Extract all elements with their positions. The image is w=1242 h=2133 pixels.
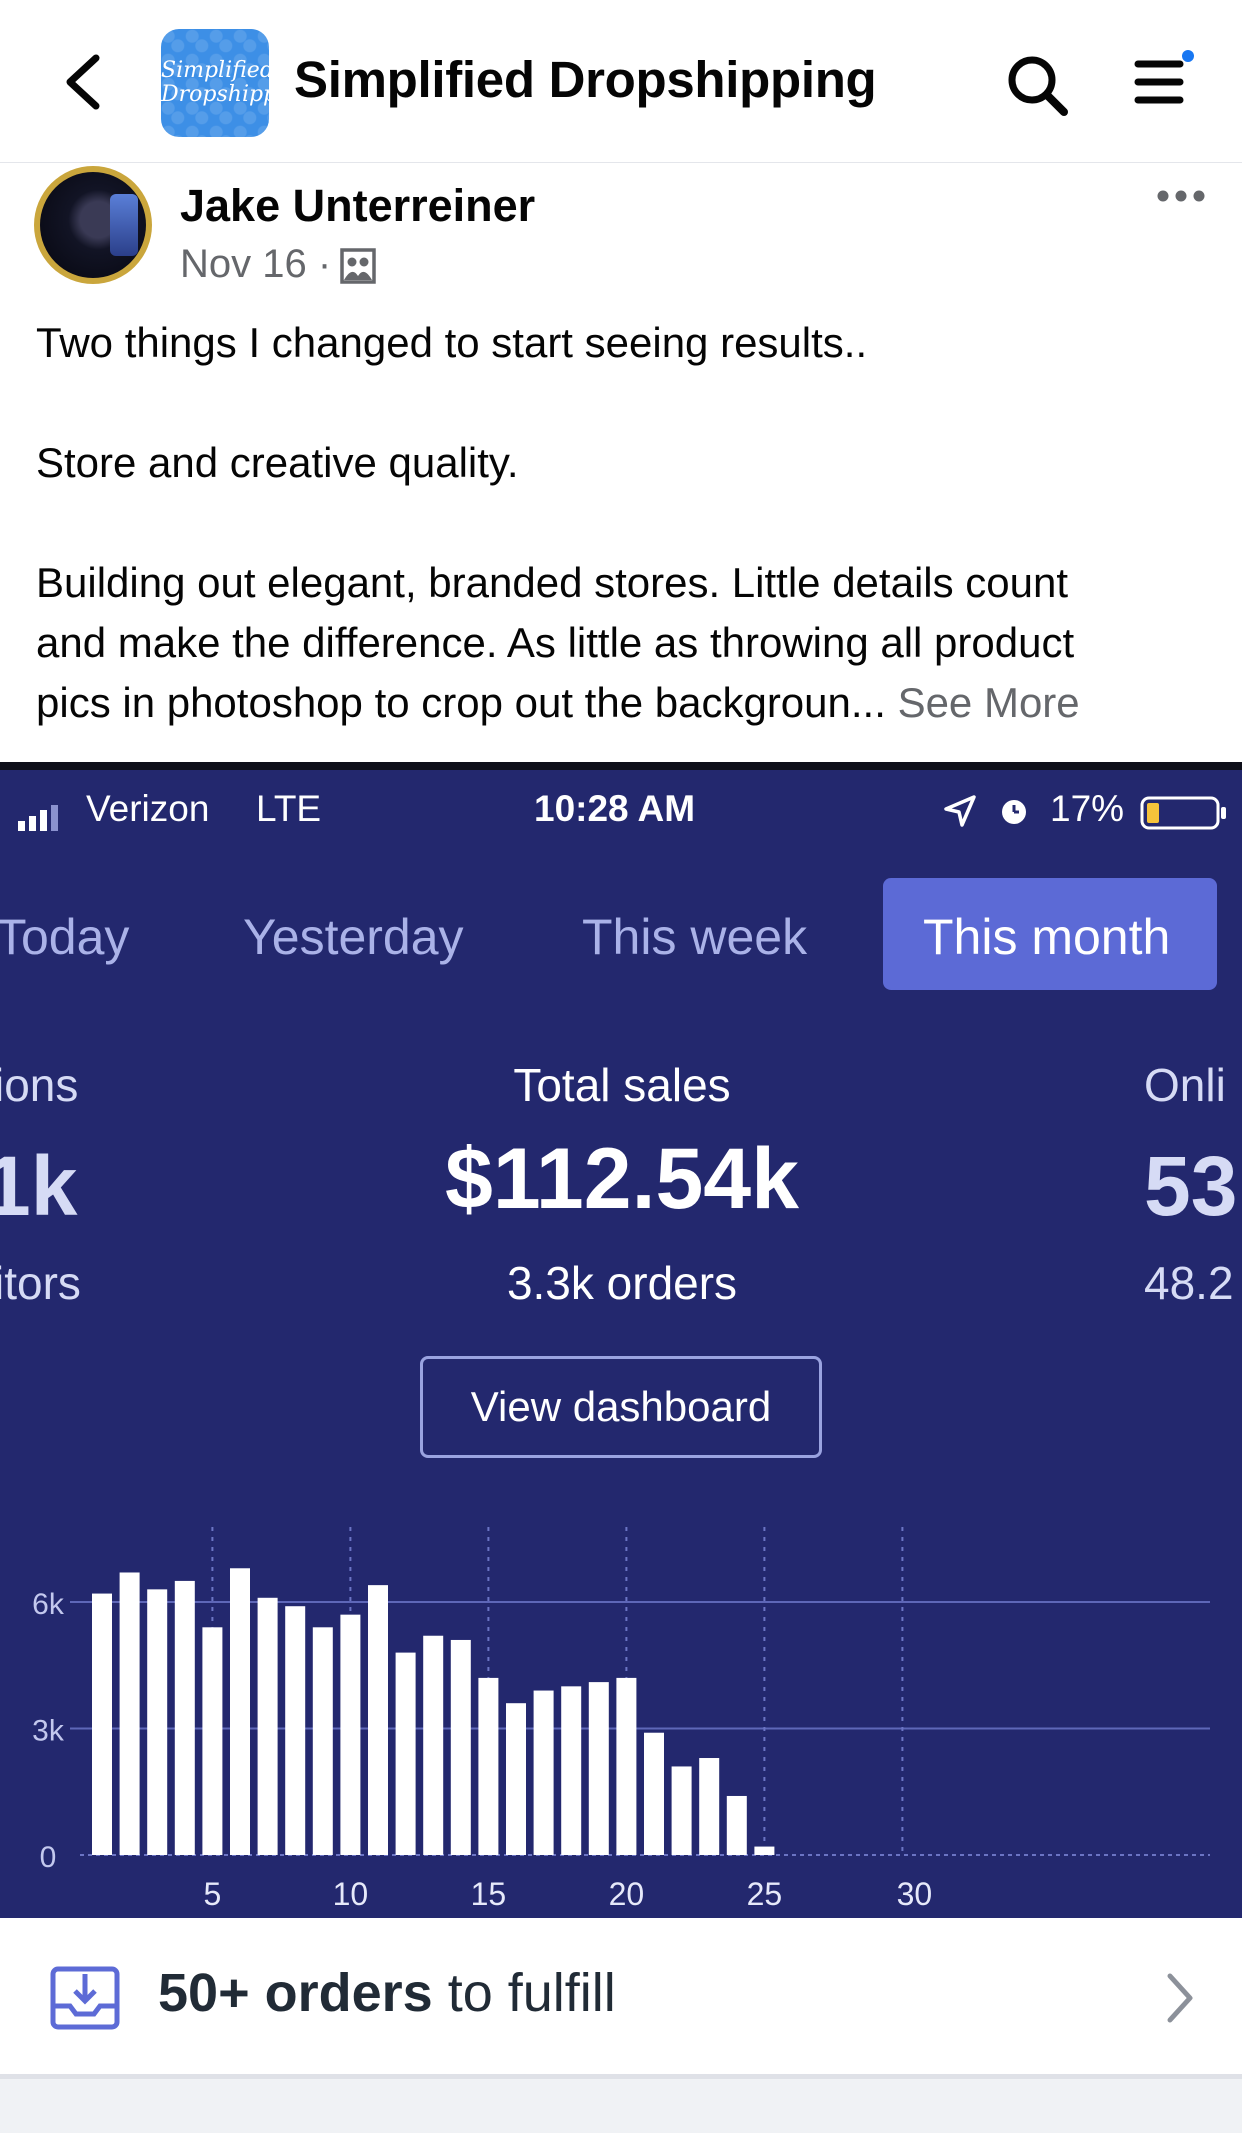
carrier-name: Verizon [86, 788, 210, 829]
right-stat-value: 53 [1144, 1139, 1238, 1233]
chart-bar [368, 1585, 388, 1855]
fulfill-label: to fulfill [447, 1963, 616, 2023]
post-text-line: Two things I changed to start seeing res… [36, 319, 868, 366]
status-time: 10:28 AM [534, 788, 696, 829]
location-icon [944, 794, 976, 836]
left-stat-value: 1k [0, 1139, 78, 1233]
chart-bar [285, 1606, 306, 1855]
search-icon[interactable] [1004, 52, 1070, 118]
group-logo[interactable]: Simplified Dropshippin [161, 29, 269, 137]
chart-x-tick-label: 30 [897, 1876, 933, 1912]
chart-bar [588, 1682, 609, 1855]
battery-icon [1140, 796, 1228, 839]
tab-yesterday[interactable]: Yesterday [243, 908, 464, 966]
group-logo-text-line1: Simplified [161, 58, 269, 83]
chart-bar [699, 1758, 720, 1855]
chart-bar [147, 1589, 168, 1855]
post-text-line: and make the difference. As little as th… [36, 619, 1075, 666]
tab-this-week[interactable]: This week [582, 908, 807, 966]
chart-x-tick-label: 5 [204, 1876, 222, 1912]
chart-bar [312, 1627, 333, 1855]
feed-background-strip [0, 2079, 1242, 2133]
post-image[interactable]: Verizon LTE 10:28 AM 17% Today Yesterday… [0, 762, 1242, 2079]
chart-bar [561, 1686, 582, 1855]
chart-y-tick-label: 6k [32, 1588, 65, 1621]
chevron-right-icon[interactable] [1166, 1972, 1194, 2029]
tab-this-month[interactable]: This month [923, 908, 1170, 966]
chart-y-tick-label: 0 [40, 1841, 57, 1874]
chart-x-tick-label: 10 [333, 1876, 369, 1912]
post-date[interactable]: Nov 16 · [180, 242, 331, 287]
chart-bar [506, 1703, 526, 1855]
chart-bar [754, 1846, 775, 1855]
group-name[interactable]: Simplified Dropshipping [294, 50, 877, 109]
chart-y-tick-label: 3k [32, 1715, 65, 1748]
chevron-left-icon[interactable] [60, 52, 106, 112]
total-sales-label: Total sales [513, 1059, 731, 1111]
chart-bar [616, 1677, 637, 1855]
chart-bar [174, 1580, 195, 1855]
chart-bar [533, 1690, 554, 1855]
inbox-download-icon [50, 1966, 120, 2035]
group-logo-text-line2: Dropshippin [161, 82, 269, 107]
chart-x-tick-label: 20 [609, 1876, 645, 1912]
chart-x-tick-label: 15 [471, 1876, 507, 1912]
chart-bar [450, 1639, 471, 1855]
chart-x-tick-label: 25 [747, 1876, 783, 1912]
post-text-line: Store and creative quality. [36, 439, 519, 486]
chart-bar [119, 1572, 140, 1855]
total-sales-value: $112.54k [445, 1131, 799, 1227]
post-author-name[interactable]: Jake Unterreiner [180, 180, 535, 232]
right-stat-sub: 48.2 [1144, 1257, 1234, 1309]
signal-icon [18, 798, 62, 840]
orders-to-fulfill-row[interactable]: 50+ orders to fulfill [0, 1918, 1242, 2079]
right-stat-label: Onli [1144, 1059, 1226, 1111]
chart-bar [202, 1627, 223, 1855]
total-orders: 3.3k orders [506, 1257, 738, 1309]
menu-icon[interactable] [1134, 50, 1200, 112]
fulfill-count: 50+ orders [158, 1963, 433, 2023]
chart-bar [257, 1597, 278, 1855]
battery-percent: 17% [1050, 788, 1125, 829]
chart-bar [644, 1732, 664, 1855]
chart-bar [230, 1568, 250, 1855]
view-dashboard-button[interactable]: View dashboard [420, 1356, 822, 1458]
more-dots-icon[interactable] [1156, 186, 1206, 206]
chart-bar [340, 1614, 361, 1855]
see-more-link[interactable]: See More [898, 679, 1080, 726]
left-stat-label: ions [0, 1059, 79, 1111]
image-top-border [0, 762, 1242, 770]
notification-dot [1182, 50, 1194, 62]
alarm-icon [998, 794, 1030, 836]
group-members-icon [340, 248, 376, 284]
chart-bar [395, 1652, 416, 1855]
avatar[interactable] [34, 166, 152, 284]
fulfill-text: 50+ orders to fulfill [158, 1962, 616, 2024]
daily-sales-bar-chart: 0 3k 6k 5 10 15 20 25 30 [32, 1527, 1210, 1912]
network-type: LTE [256, 788, 322, 829]
chart-bar [726, 1795, 747, 1855]
chart-bar [478, 1677, 499, 1855]
chart-bar [671, 1766, 692, 1855]
post-text-line: Building out elegant, branded stores. Li… [36, 559, 1069, 606]
chart-bar [423, 1635, 444, 1855]
post-text-truncated: pics in photoshop to crop out the backgr… [36, 679, 886, 726]
left-stat-sub: itors [0, 1257, 81, 1309]
tab-today[interactable]: Today [0, 908, 129, 966]
chart-bar [92, 1593, 112, 1855]
post-text-line: pics in photoshop to crop out the backgr… [36, 673, 1080, 733]
